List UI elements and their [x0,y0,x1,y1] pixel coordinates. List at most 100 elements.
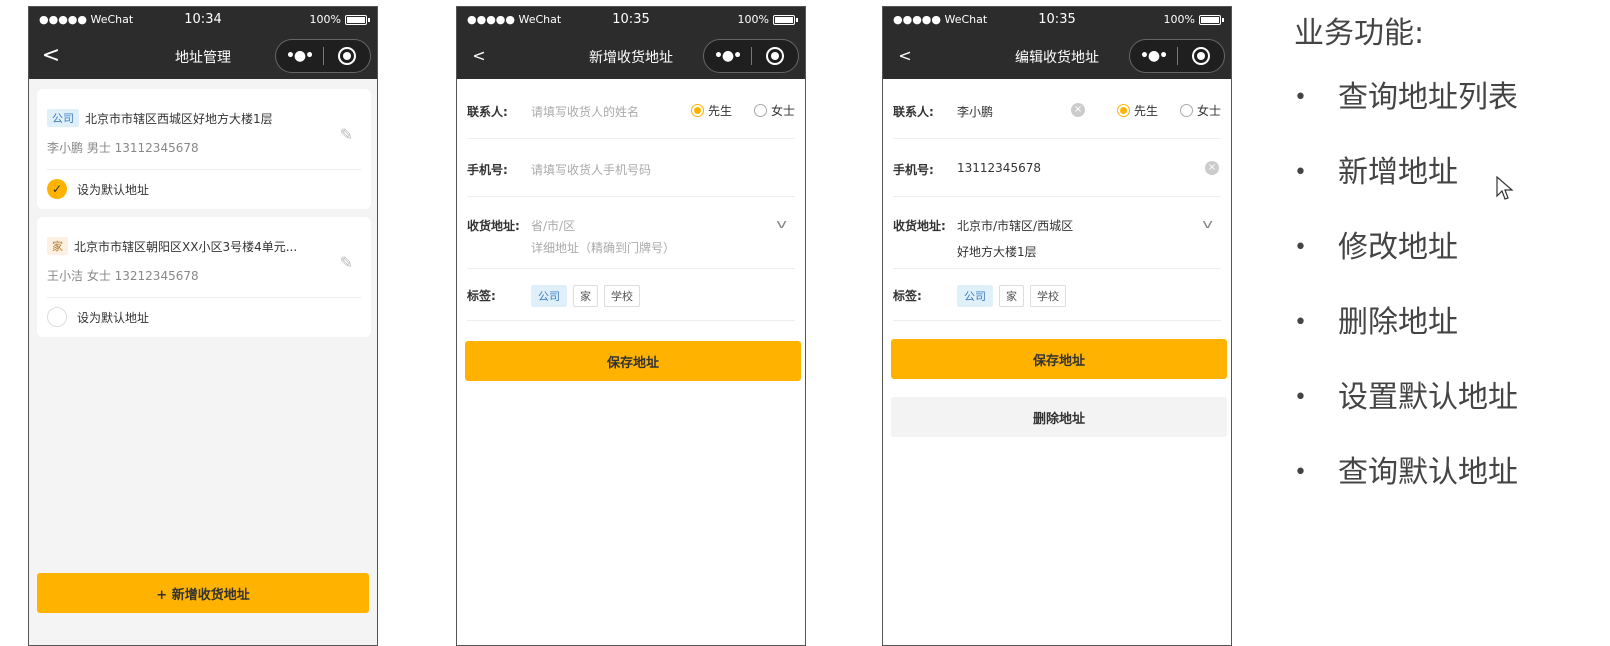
tag-option-company[interactable]: 公司 [531,285,567,307]
chevron-down-icon[interactable]: v [1202,217,1213,231]
tag-option-home[interactable]: 家 [573,285,598,307]
miniprogram-capsule: •●• [275,39,371,73]
status-bar: ●●●●● WeChat 10:35 100% [883,7,1231,33]
more-icon[interactable]: •●• [276,48,323,64]
contact-row: 联系人: 请填写收货人的姓名 先生 女士 [467,103,795,139]
status-bar: ●●●●● WeChat 10:35 100% [457,7,805,33]
region-picker[interactable]: 北京市/市辖区/西城区 [957,217,1073,234]
close-miniprogram-button[interactable] [1178,47,1224,65]
address-text: 北京市市辖区西城区好地方大楼1层 [85,111,273,126]
phone-address-list: ●●●●● WeChat 10:34 100% < 地址管理 •●• 公司 北京… [28,6,378,646]
contact-input[interactable]: 请填写收货人的姓名 [531,103,639,120]
contact-input[interactable]: 李小鹏 [957,103,993,120]
radio-female[interactable]: 女士 [1179,102,1221,119]
phone-label: 手机号: [467,163,508,177]
radio-on-icon [690,104,704,117]
radio-off-icon [753,104,767,117]
nav-bar: < 编辑收货地址 •●• [883,33,1231,79]
address-tag: 家 [47,237,68,255]
detail-address-input[interactable]: 详细地址（精确到门牌号） [531,239,675,256]
target-icon [1191,47,1210,65]
edit-icon[interactable]: ✎ [340,253,353,272]
radio-on-icon [1116,104,1130,117]
address-card-1[interactable]: 公司 北京市市辖区西城区好地方大楼1层 李小鹏 男士 13112345678 ✎… [37,89,371,209]
detail-address-input[interactable]: 好地方大楼1层 [957,243,1037,260]
feature-item: 查询默认地址 [1294,443,1594,518]
features-list: 查询地址列表 新增地址 修改地址 删除地址 设置默认地址 查询默认地址 [1294,68,1594,518]
chevron-down-icon[interactable]: v [776,217,787,231]
target-icon [765,47,784,65]
battery-percent: 100% [1163,13,1195,26]
address-text: 北京市市辖区朝阳区XX小区3号楼4单元... [74,239,298,254]
phone-input[interactable]: 请填写收货人手机号码 [531,161,651,178]
set-default-toggle[interactable]: ✓ 设为默认地址 [47,179,149,199]
set-default-toggle[interactable]: 设为默认地址 [47,307,149,327]
phone-edit-address: ●●●●● WeChat 10:35 100% < 编辑收货地址 •●• 联系人… [882,6,1232,646]
feature-item: 新增地址 [1294,143,1594,218]
radio-male[interactable]: 先生 [1116,102,1158,119]
target-icon [337,47,356,65]
clear-icon[interactable]: × [1071,103,1085,117]
phone-row: 手机号: 请填写收货人手机号码 [467,161,795,197]
save-address-button[interactable]: 保存地址 [891,339,1227,379]
set-default-label: 设为默认地址 [77,310,150,325]
nav-bar: < 地址管理 •●• [29,33,377,79]
address-tag: 公司 [47,109,79,127]
tag-option-school[interactable]: 学校 [1030,285,1066,307]
address-line: 公司 北京市市辖区西城区好地方大楼1层 [47,109,331,127]
battery-percent: 100% [737,13,769,26]
feature-item: 查询地址列表 [1294,68,1594,143]
delete-address-button[interactable]: 删除地址 [891,397,1227,437]
edit-icon[interactable]: ✎ [340,125,353,144]
radio-male[interactable]: 先生 [690,102,732,119]
address-label: 收货地址: [467,219,520,233]
phone-input[interactable]: 13112345678 [957,161,1041,175]
tag-option-company[interactable]: 公司 [957,285,993,307]
contact-row: 联系人: 李小鹏 × 先生 女士 [893,103,1221,139]
miniprogram-capsule: •●• [1129,39,1225,73]
close-miniprogram-button[interactable] [324,47,370,65]
phone-label: 手机号: [893,163,934,177]
radio-off-icon [1179,104,1193,117]
address-line: 家 北京市市辖区朝阳区XX小区3号楼4单元... [47,237,331,255]
tag-row: 标签: 公司家学校 [893,285,1221,321]
gender-radio-group: 先生 女士 [1116,102,1221,119]
clear-icon[interactable]: × [1205,161,1219,175]
contact-info: 李小鹏 男士 13112345678 [47,141,199,155]
battery-icon [345,14,370,25]
save-address-button[interactable]: 保存地址 [465,341,801,381]
feature-item: 修改地址 [1294,218,1594,293]
battery-status: 100% [737,13,798,26]
add-address-button[interactable]: + 新增收货地址 [37,573,369,613]
battery-icon [773,14,798,25]
feature-item: 删除地址 [1294,293,1594,368]
tag-option-home[interactable]: 家 [999,285,1024,307]
close-miniprogram-button[interactable] [752,47,798,65]
radio-male-label: 先生 [1133,104,1158,118]
region-picker[interactable]: 省/市/区 [531,217,575,234]
radio-female[interactable]: 女士 [753,102,795,119]
tag-option-school[interactable]: 学校 [604,285,640,307]
divider [47,169,361,170]
tag-options: 公司家学校 [957,285,1072,307]
battery-status: 100% [1163,13,1224,26]
address-card-2[interactable]: 家 北京市市辖区朝阳区XX小区3号楼4单元... 王小洁 女士 13212345… [37,217,371,337]
battery-icon [1199,14,1224,25]
unchecked-circle-icon [47,307,67,327]
more-icon[interactable]: •●• [704,48,751,64]
more-icon[interactable]: •●• [1130,48,1177,64]
mouse-cursor-icon [1496,176,1514,200]
tag-options: 公司家学校 [531,285,646,307]
radio-female-label: 女士 [1196,104,1221,118]
tag-row: 标签: 公司家学校 [467,285,795,321]
battery-percent: 100% [309,13,341,26]
set-default-label: 设为默认地址 [77,182,150,197]
miniprogram-capsule: •●• [703,39,799,73]
phone-row: 手机号: 13112345678 × [893,161,1221,197]
features-heading: 业务功能: [1294,16,1425,51]
radio-male-label: 先生 [707,104,732,118]
feature-item: 设置默认地址 [1294,368,1594,443]
battery-status: 100% [309,13,370,26]
phone-new-address: ●●●●● WeChat 10:35 100% < 新增收货地址 •●• 联系人… [456,6,806,646]
contact-info: 王小洁 女士 13212345678 [47,269,199,283]
